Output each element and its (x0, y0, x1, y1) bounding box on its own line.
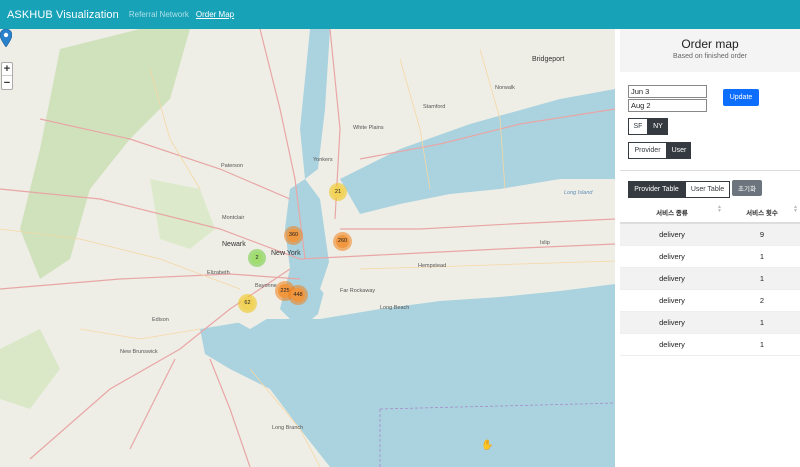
map-cluster-count: 21 (331, 185, 345, 199)
column-header-service-count[interactable]: 서비스 횟수 ▲ ▼ (724, 204, 800, 218)
divider (620, 170, 800, 171)
map-cluster[interactable]: 260 (333, 232, 352, 251)
table-header: 서비스 종류 ▲ ▼ 서비스 횟수 ▲ ▼ (620, 202, 800, 224)
cell-service-type: delivery (659, 318, 685, 327)
zoom-in-button[interactable]: + (2, 63, 12, 76)
nav-link-order-map[interactable]: Order Map (196, 10, 234, 19)
tab-user-table[interactable]: User Table (685, 181, 730, 198)
cell-service-type: delivery (659, 252, 685, 261)
reset-button[interactable]: 초기화 (732, 180, 762, 196)
map-label-newark: Newark (222, 241, 246, 248)
column-header-service-type[interactable]: 서비스 종류 ▲ ▼ (620, 204, 724, 218)
panel-title: Order map (681, 37, 739, 51)
table-row: delivery 1 (620, 246, 800, 268)
cell-service-count: 2 (759, 296, 765, 305)
map-cluster[interactable]: 21 (329, 183, 347, 201)
cell-service-type: delivery (659, 274, 685, 283)
role-user-button[interactable]: User (667, 142, 691, 159)
map-cluster[interactable]: 62 (238, 294, 257, 313)
map-label-montclair: Montclair (222, 215, 245, 221)
map-label-hempstead: Hempstead (418, 263, 447, 269)
side-panel: Order map Based on finished order Jun 3 … (620, 29, 800, 467)
map-label-far-rockaway: Far Rockaway (340, 288, 376, 294)
map-label-long-beach: Long Beach (380, 305, 410, 311)
map-label-paterson: Paterson (221, 163, 244, 169)
table-row: delivery 9 (620, 224, 800, 246)
sort-icon: ▲ ▼ (717, 204, 722, 214)
brand-title[interactable]: ASKHUB Visualization (7, 9, 119, 21)
tab-provider-table[interactable]: Provider Table (628, 181, 685, 198)
map-cluster-count: 2 (250, 251, 264, 265)
map-label-stamford: Stamford (423, 104, 446, 110)
city-toggle: SF NY (628, 118, 668, 135)
map-cluster-count: 360 (286, 228, 301, 243)
table-row: delivery 1 (620, 312, 800, 334)
map-label-new-brunswick: New Brunswick (120, 349, 158, 355)
map-label-long-branch: Long Branch (272, 425, 304, 431)
cell-service-count: 1 (759, 274, 765, 283)
nav-link-referral-network[interactable]: Referral Network (129, 10, 189, 19)
map-tiles (0, 29, 615, 467)
table-tabs: Provider Table User Table (628, 181, 730, 198)
map-label-bridgeport: Bridgeport (532, 56, 565, 63)
cell-service-type: delivery (659, 296, 685, 305)
map-label-elizabeth: Elizabeth (207, 270, 230, 276)
service-table: 서비스 종류 ▲ ▼ 서비스 횟수 ▲ ▼ delivery 9 delivery 1 … (620, 202, 800, 356)
navbar: ASKHUB Visualization Referral Network Or… (0, 0, 800, 29)
cell-service-count: 1 (759, 318, 765, 327)
order-map[interactable]: + − New York Newark Paterson Yonkers Sta… (0, 29, 615, 467)
panel-header: Order map Based on finished order (620, 29, 800, 72)
cell-service-count: 9 (759, 230, 765, 239)
cursor-icon: ✋ (481, 440, 494, 451)
map-cluster[interactable]: 360 (284, 226, 303, 245)
map-label-long-island: Long Island (564, 190, 593, 196)
start-date-input[interactable]: Jun 3 (628, 85, 707, 98)
sort-icon: ▲ ▼ (793, 204, 798, 214)
map-cluster[interactable]: 2 (248, 249, 266, 267)
cell-service-count: 1 (759, 252, 765, 261)
map-label-yonkers: Yonkers (313, 157, 333, 163)
map-label-norwalk: Norwalk (495, 85, 515, 91)
update-button[interactable]: Update (723, 89, 759, 106)
cell-service-type: delivery (659, 230, 685, 239)
panel-subtitle: Based on finished order (673, 53, 747, 60)
role-toggle: Provider User (628, 142, 691, 159)
map-label-edison: Edison (152, 317, 169, 323)
map-label-new-york: New York (271, 250, 301, 257)
map-cluster-count: 260 (335, 234, 350, 249)
table-row: delivery 1 (620, 268, 800, 290)
map-cluster[interactable]: 448 (288, 285, 308, 305)
zoom-control: + − (1, 62, 13, 90)
role-provider-button[interactable]: Provider (628, 142, 667, 159)
cell-service-count: 1 (759, 340, 765, 349)
city-ny-button[interactable]: NY (648, 118, 668, 135)
end-date-input[interactable]: Aug 2 (628, 99, 707, 112)
cell-service-type: delivery (659, 340, 685, 349)
table-row: delivery 2 (620, 290, 800, 312)
city-sf-button[interactable]: SF (628, 118, 648, 135)
table-row: delivery 1 (620, 334, 800, 356)
map-label-islip: Islip (540, 240, 550, 246)
map-label-white-plains: White Plains (353, 125, 384, 131)
map-cluster-count: 448 (290, 287, 306, 303)
map-label-bayonne: Bayonne (255, 283, 277, 289)
map-marker-icon[interactable] (0, 29, 12, 47)
zoom-out-button[interactable]: − (2, 76, 12, 89)
map-cluster-count: 62 (240, 296, 255, 311)
